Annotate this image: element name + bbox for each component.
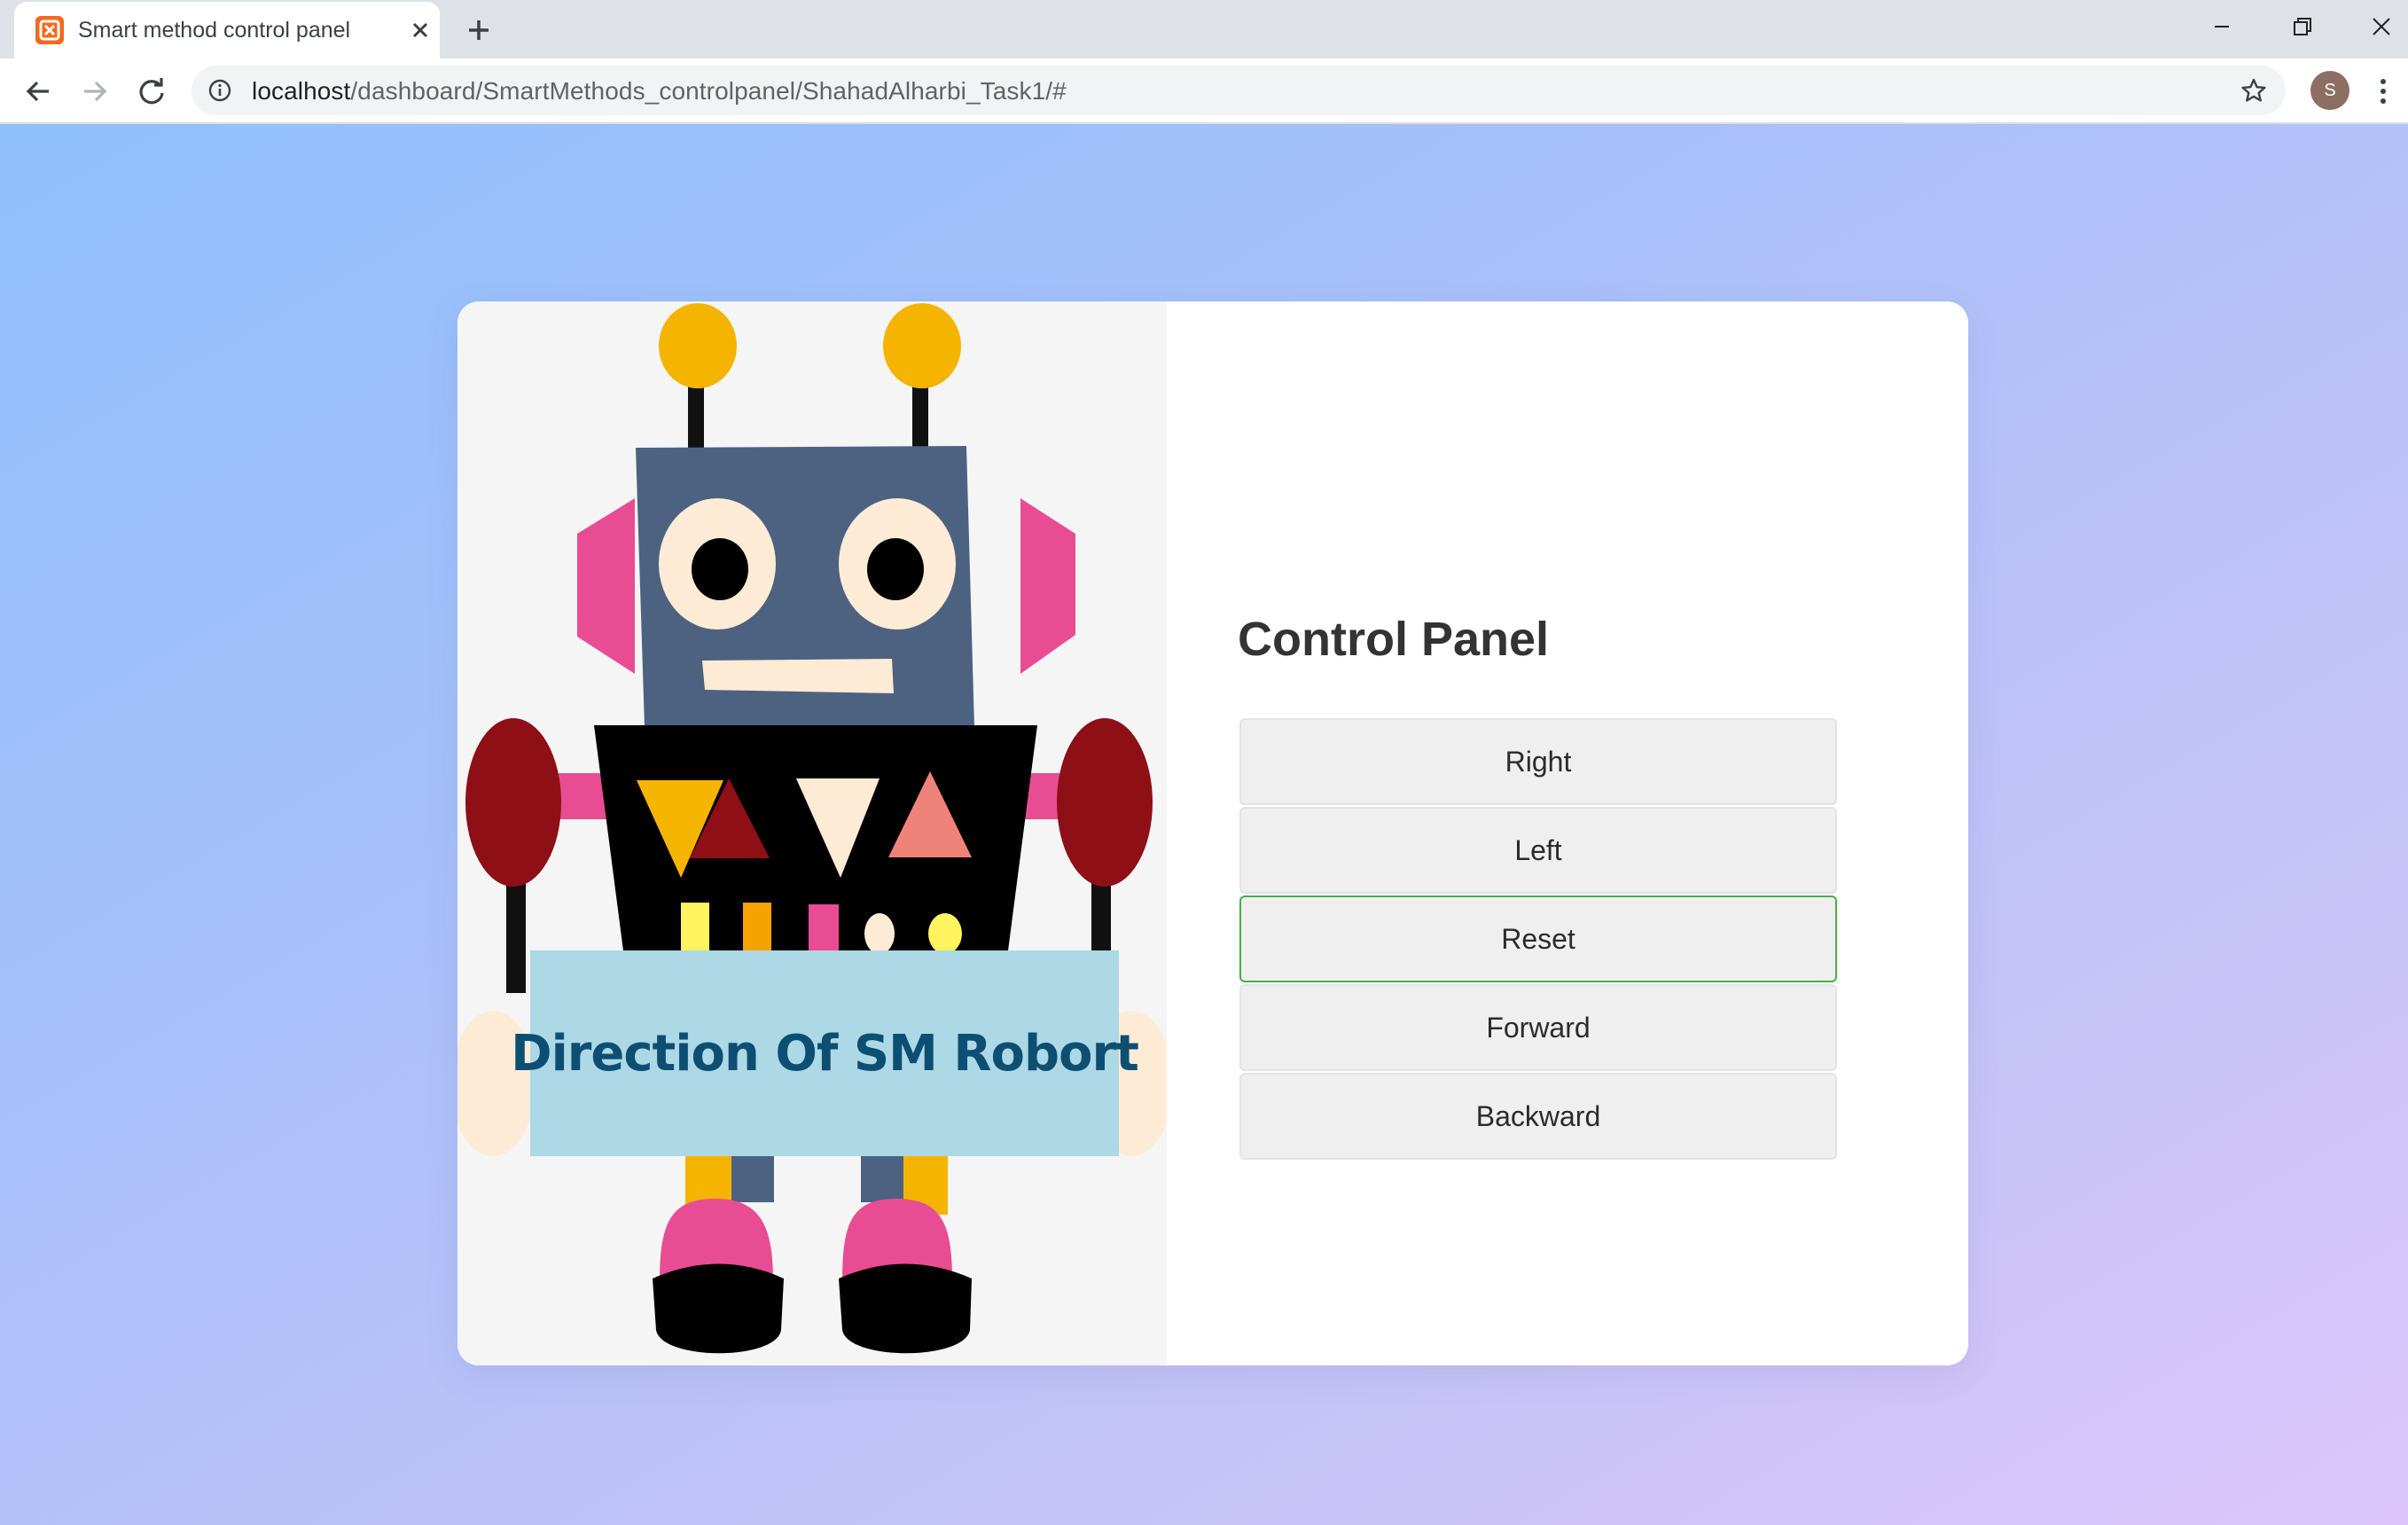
window-close-icon[interactable] (2355, 7, 2408, 46)
page-title: Control Panel (1238, 613, 1550, 666)
browser-menu-icon[interactable] (2373, 74, 2394, 108)
xampp-favicon-icon (35, 16, 64, 44)
sign-text: Direction Of SM Robort (511, 1024, 1139, 1083)
right-button[interactable]: Right (1239, 718, 1837, 805)
robot-illustration-pane: Direction Of SM Robort (457, 301, 1167, 1365)
url-text: localhost/dashboard/SmartMethods_control… (252, 77, 1067, 106)
tab-title: Smart method control panel (78, 18, 351, 43)
browser-tab[interactable]: Smart method control panel (14, 2, 440, 59)
reset-button[interactable]: Reset (1239, 895, 1837, 982)
left-button[interactable]: Left (1239, 807, 1837, 894)
forward-arrow-icon[interactable] (76, 73, 113, 110)
browser-tabstrip: Smart method control panel (0, 0, 2408, 59)
forward-button[interactable]: Forward (1239, 984, 1837, 1071)
minimize-icon[interactable] (2195, 7, 2248, 46)
close-tab-icon[interactable] (404, 14, 436, 46)
new-tab-icon[interactable] (461, 12, 496, 48)
direction-sign: Direction Of SM Robort (511, 950, 1139, 1156)
backward-button[interactable]: Backward (1239, 1073, 1837, 1160)
bookmark-star-icon[interactable] (2240, 76, 2268, 105)
page-viewport: Direction Of SM Robort Control Panel Rig… (0, 124, 2408, 1525)
back-arrow-icon[interactable] (20, 73, 57, 110)
site-info-icon[interactable] (207, 78, 232, 103)
profile-avatar[interactable]: S (2310, 71, 2349, 110)
url-path: /dashboard/SmartMethods_controlpanel/Sha… (350, 77, 1067, 105)
url-host: localhost (252, 77, 351, 105)
browser-toolbar: localhost/dashboard/SmartMethods_control… (0, 59, 2408, 124)
control-panel-card: Direction Of SM Robort Control Panel Rig… (457, 301, 1968, 1365)
restore-icon[interactable] (2275, 7, 2328, 46)
robot-illustration (457, 303, 1167, 1354)
reload-icon[interactable] (133, 73, 170, 110)
address-bar[interactable]: localhost/dashboard/SmartMethods_control… (192, 66, 2286, 115)
